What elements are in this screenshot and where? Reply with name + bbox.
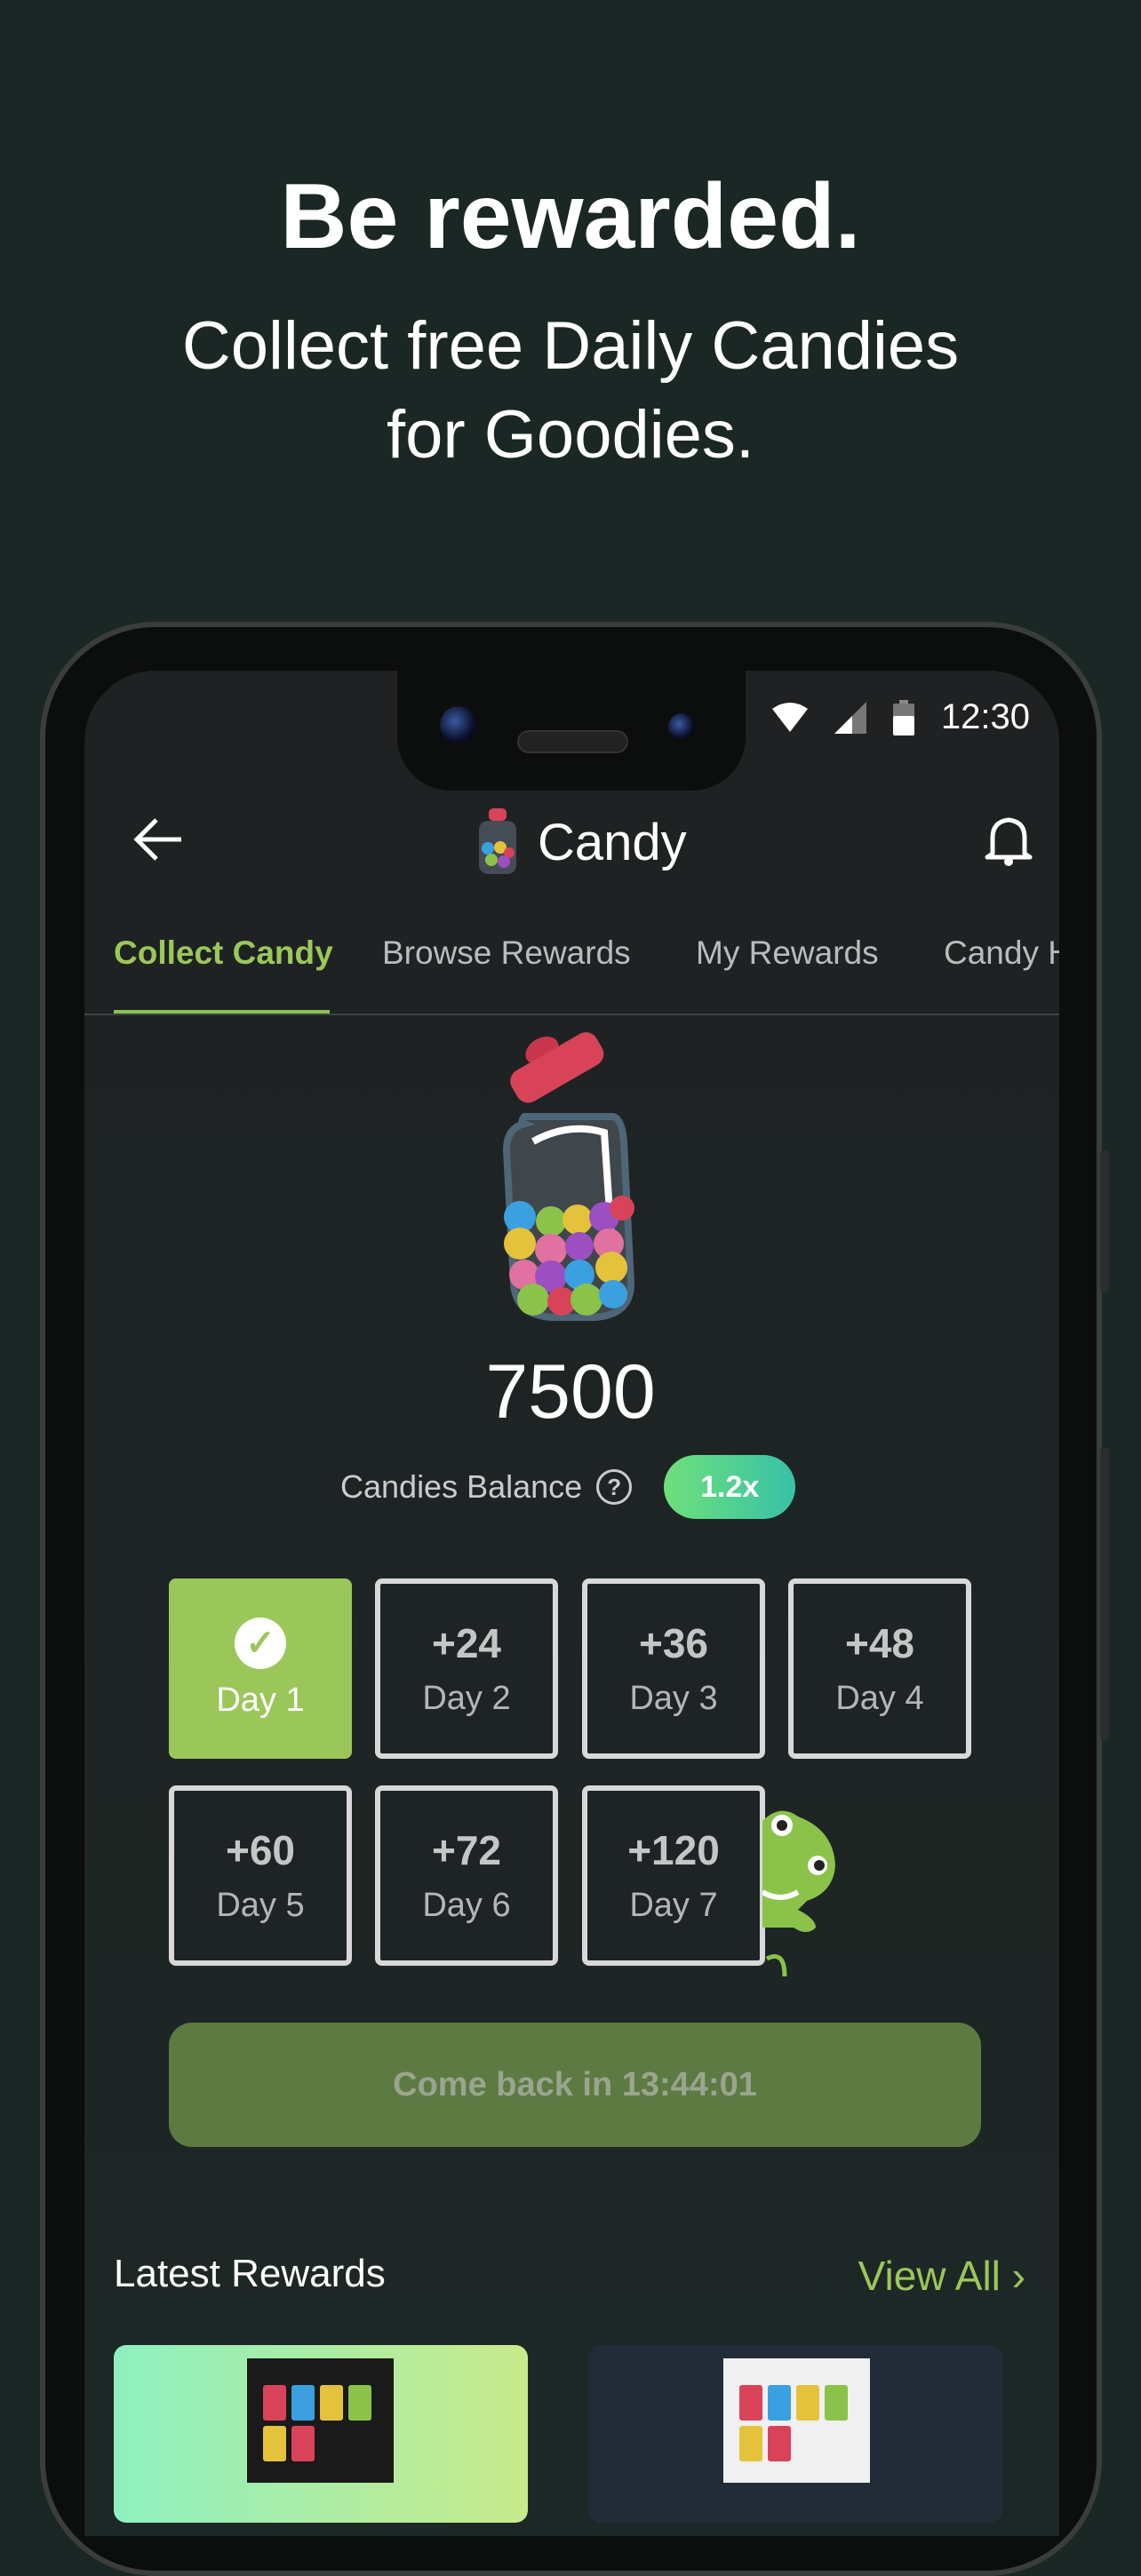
signal-icon: [834, 701, 866, 734]
candy-jar-icon: [479, 808, 516, 874]
latest-rewards-title: Latest Rewards: [114, 2252, 386, 2295]
app-title: Candy: [475, 808, 687, 876]
clock: 12:30: [940, 697, 1030, 736]
day-label: Day 7: [629, 1887, 718, 1924]
frog-mascot: [762, 1810, 835, 1977]
day-label: Day 5: [216, 1887, 305, 1924]
speaker: [517, 730, 628, 753]
phone-side-button: [1100, 1150, 1109, 1292]
tab-collect-candy[interactable]: Collect Candy: [114, 934, 333, 972]
book-cover: [247, 2358, 394, 2483]
day-amount: +60: [225, 1827, 296, 1873]
day-tile[interactable]: +48 Day 4: [788, 1578, 971, 1759]
candies-balance-value: 7500: [485, 1349, 656, 1435]
day-tile[interactable]: +120 Day 7: [582, 1785, 765, 1966]
phone-side-button: [1100, 1448, 1109, 1741]
day-amount: +120: [627, 1827, 720, 1873]
bell-icon: [985, 817, 1033, 866]
tab-browse-rewards[interactable]: Browse Rewards: [382, 934, 631, 972]
day-label: Day 3: [629, 1680, 718, 1717]
day-tile[interactable]: +72 Day 6: [375, 1785, 558, 1966]
day-tile[interactable]: +24 Day 2: [375, 1578, 558, 1759]
subtitle-line: Collect free Daily Candies: [181, 308, 960, 384]
tab-my-rewards[interactable]: My Rewards: [696, 934, 879, 972]
promo-subtitle: Collect free Daily Candies for Goodies.: [0, 302, 1141, 480]
notifications-button[interactable]: [984, 813, 1033, 871]
header-title: Candy: [538, 813, 687, 871]
help-icon[interactable]: ?: [596, 1469, 633, 1505]
balance-label: Candies Balance: [340, 1468, 583, 1505]
wifi-icon: [771, 702, 808, 732]
day-amount: +24: [431, 1620, 502, 1666]
day-tile[interactable]: ✓ Day 1: [169, 1578, 352, 1759]
day-label: Day 2: [422, 1680, 511, 1717]
candy-jar-illustration: [502, 1032, 635, 1321]
day-label: Day 6: [422, 1887, 511, 1924]
active-tab-indicator: [114, 1010, 330, 1014]
come-back-button[interactable]: Come back in 13:44:01: [169, 2023, 981, 2147]
camera-icon: [668, 713, 695, 740]
tab-candy-history[interactable]: Candy H: [944, 934, 1059, 972]
multiplier-badge[interactable]: 1.2x: [664, 1455, 796, 1519]
day-label: Day 4: [835, 1680, 924, 1717]
tab-bar: Collect Candy Browse Rewards My Rewards …: [84, 924, 1059, 1015]
day-amount: +48: [844, 1620, 915, 1666]
subtitle-line: for Goodies.: [387, 397, 754, 473]
status-bar: 12:30: [771, 697, 1030, 737]
book-cover: [723, 2358, 870, 2483]
camera-icon: [440, 706, 477, 743]
day-label: Day 1: [216, 1682, 305, 1719]
arrow-left-icon: [133, 818, 181, 861]
day-tile[interactable]: +60 Day 5: [169, 1785, 352, 1966]
view-all-link[interactable]: View All ›: [858, 2252, 1025, 2300]
check-icon: ✓: [235, 1618, 286, 1669]
balance-row: Candies Balance ? 1.2x: [340, 1455, 796, 1519]
day-amount: +36: [638, 1620, 709, 1666]
day-tile[interactable]: +36 Day 3: [582, 1578, 765, 1759]
battery-icon: [892, 699, 914, 735]
day-amount: +72: [431, 1827, 502, 1873]
promo-headline: Be rewarded.: [280, 165, 861, 268]
back-button[interactable]: [133, 813, 183, 874]
